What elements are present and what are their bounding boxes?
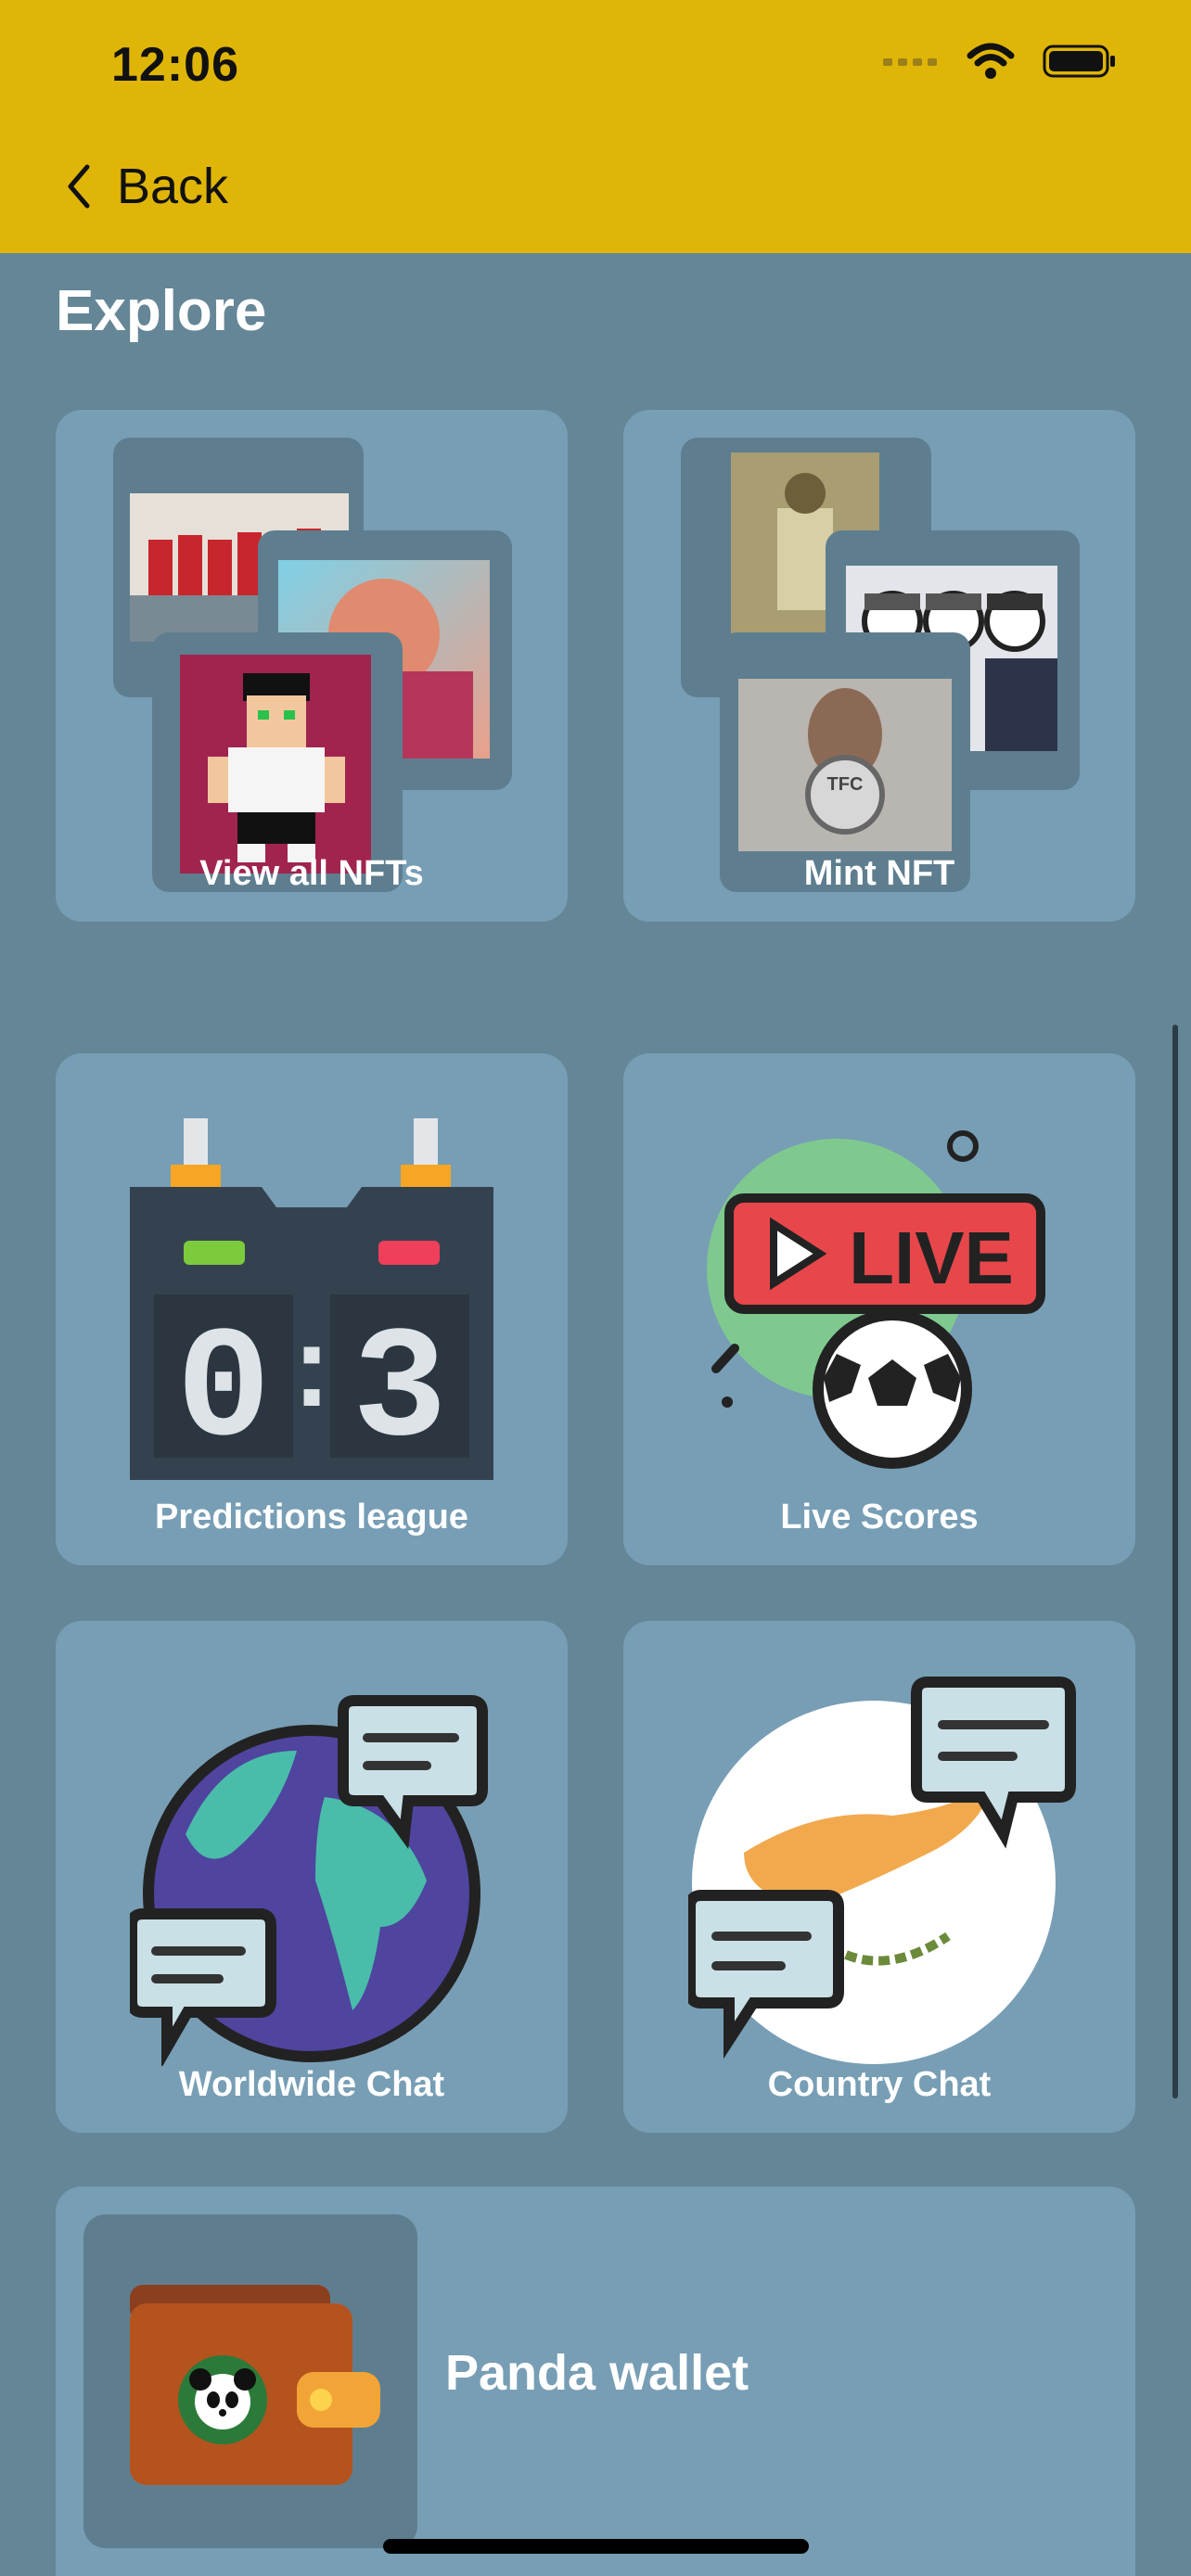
country-flag-chat-icon (688, 1677, 1076, 2064)
battery-icon (1043, 45, 1115, 78)
status-time: 12:06 (111, 38, 239, 92)
scroll-indicator[interactable] (1172, 1025, 1178, 2098)
chevron-left-icon (68, 164, 90, 209)
svg-text:LIVE: LIVE (849, 1217, 1014, 1299)
back-button[interactable]: Back (65, 158, 228, 215)
scoreboard-icon: 0 : 3 (130, 1118, 493, 1480)
wallet-icon (130, 2285, 380, 2485)
live-scores-label: Live Scores (780, 1498, 979, 1537)
country-chat-label: Country Chat (767, 2065, 992, 2104)
wallet-thumbnail (83, 2214, 417, 2548)
country-chat-card[interactable]: Country Chat (623, 1621, 1135, 2133)
worldwide-chat-label: Worldwide Chat (178, 2065, 445, 2104)
pixel-player-image (180, 655, 371, 874)
status-icons (883, 43, 1117, 80)
predictions-league-label: Predictions league (155, 1498, 468, 1537)
svg-text:3: 3 (352, 1303, 447, 1480)
panda-wallet-card[interactable]: Panda wallet (56, 2187, 1135, 2576)
globe-chat-icon (130, 1695, 488, 2066)
live-football-icon: LIVE (707, 1130, 1045, 1469)
cellular-signal-icon (883, 58, 937, 66)
svg-text::: : (278, 1314, 345, 1440)
worldwide-chat-card[interactable]: Worldwide Chat (56, 1621, 568, 2133)
svg-text:TFC: TFC (827, 774, 864, 795)
tfc-coin-text-icon: TFC (827, 774, 864, 795)
mint-nft-card[interactable]: TFC Mint NFT (623, 410, 1135, 922)
wifi-icon (967, 43, 1015, 79)
svg-text:0: 0 (176, 1303, 271, 1480)
predictions-league-card[interactable]: 0 : 3 Predictions league (56, 1053, 568, 1565)
back-label: Back (117, 159, 229, 214)
top-bar: 12:06 Back (0, 0, 1191, 253)
home-indicator[interactable] (383, 2539, 809, 2554)
view-all-nfts-label: View all NFTs (199, 854, 424, 893)
page-title: Explore (56, 279, 267, 343)
tfc-coin-image (738, 679, 952, 851)
view-all-nfts-card[interactable]: View all NFTs (56, 410, 568, 922)
panda-wallet-label: Panda wallet (445, 2345, 749, 2401)
live-scores-card[interactable]: LIVE Live Scores (623, 1053, 1135, 1565)
mint-nft-label: Mint NFT (803, 854, 955, 893)
